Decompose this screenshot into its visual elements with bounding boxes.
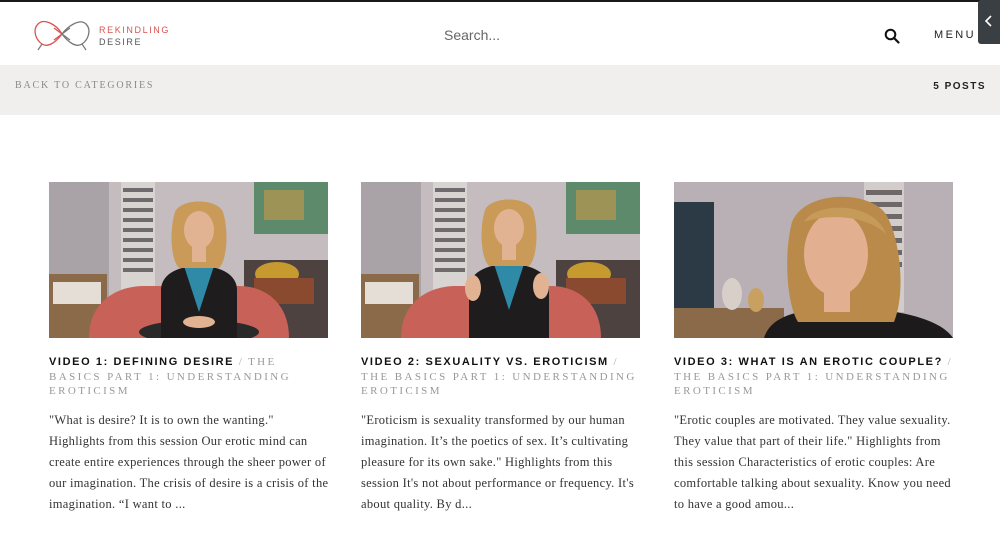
logo-line-2: DESIRE [99, 37, 143, 47]
search-input[interactable] [444, 24, 824, 46]
video-thumbnail-image [674, 182, 953, 338]
title-separator: / [613, 356, 619, 368]
back-to-categories-link[interactable]: BACK TO CATEGORIES [15, 80, 154, 91]
search-icon[interactable] [884, 28, 900, 44]
post-excerpt: "Erotic couples are motivated. They valu… [674, 412, 951, 511]
title-separator: / [947, 356, 953, 368]
title-separator: / [238, 356, 244, 368]
post-title-link[interactable]: VIDEO 3: WHAT IS AN EROTIC COUPLE? [674, 356, 943, 368]
site-header: REKINDLING DESIRE MENU [0, 2, 1000, 65]
logo-line-1: REKINDLING [99, 25, 171, 35]
post-title-block: VIDEO 3: WHAT IS AN EROTIC COUPLE? / THE… [674, 355, 954, 399]
post-title-link[interactable]: VIDEO 1: DEFINING DESIRE [49, 356, 234, 368]
post-title-block: VIDEO 1: DEFINING DESIRE / THE BASICS PA… [49, 355, 329, 399]
chevron-left-icon [984, 15, 992, 27]
post-title-block: VIDEO 2: SEXUALITY VS. EROTICISM / THE B… [361, 355, 641, 399]
post-card: VIDEO 2: SEXUALITY VS. EROTICISM / THE B… [361, 182, 641, 515]
post-title-link[interactable]: VIDEO 2: SEXUALITY VS. EROTICISM [361, 356, 609, 368]
post-thumbnail[interactable] [361, 182, 640, 338]
sidebar-toggle-button[interactable] [978, 0, 1000, 44]
post-thumbnail[interactable] [49, 182, 328, 338]
category-subbar: BACK TO CATEGORIES 5 POSTS [0, 65, 1000, 115]
post-thumbnail[interactable] [674, 182, 953, 338]
post-card: VIDEO 3: WHAT IS AN EROTIC COUPLE? / THE… [674, 182, 954, 515]
logo-mark-icon [34, 20, 90, 51]
menu-button[interactable]: MENU [934, 29, 976, 41]
video-thumbnail-image [361, 182, 640, 338]
post-excerpt: "Eroticism is sexuality transformed by o… [361, 412, 634, 511]
posts-count: 5 POSTS [933, 81, 986, 92]
post-card: VIDEO 1: DEFINING DESIRE / THE BASICS PA… [49, 182, 329, 515]
video-thumbnail-image [49, 182, 328, 338]
post-category-link[interactable]: THE BASICS PART 1: UNDERSTANDING EROTICI… [674, 371, 950, 398]
post-category-link[interactable]: THE BASICS PART 1: UNDERSTANDING EROTICI… [361, 371, 637, 398]
post-excerpt: "What is desire? It is to own the wantin… [49, 412, 329, 511]
logo-wordmark[interactable]: REKINDLING DESIRE [99, 24, 170, 48]
